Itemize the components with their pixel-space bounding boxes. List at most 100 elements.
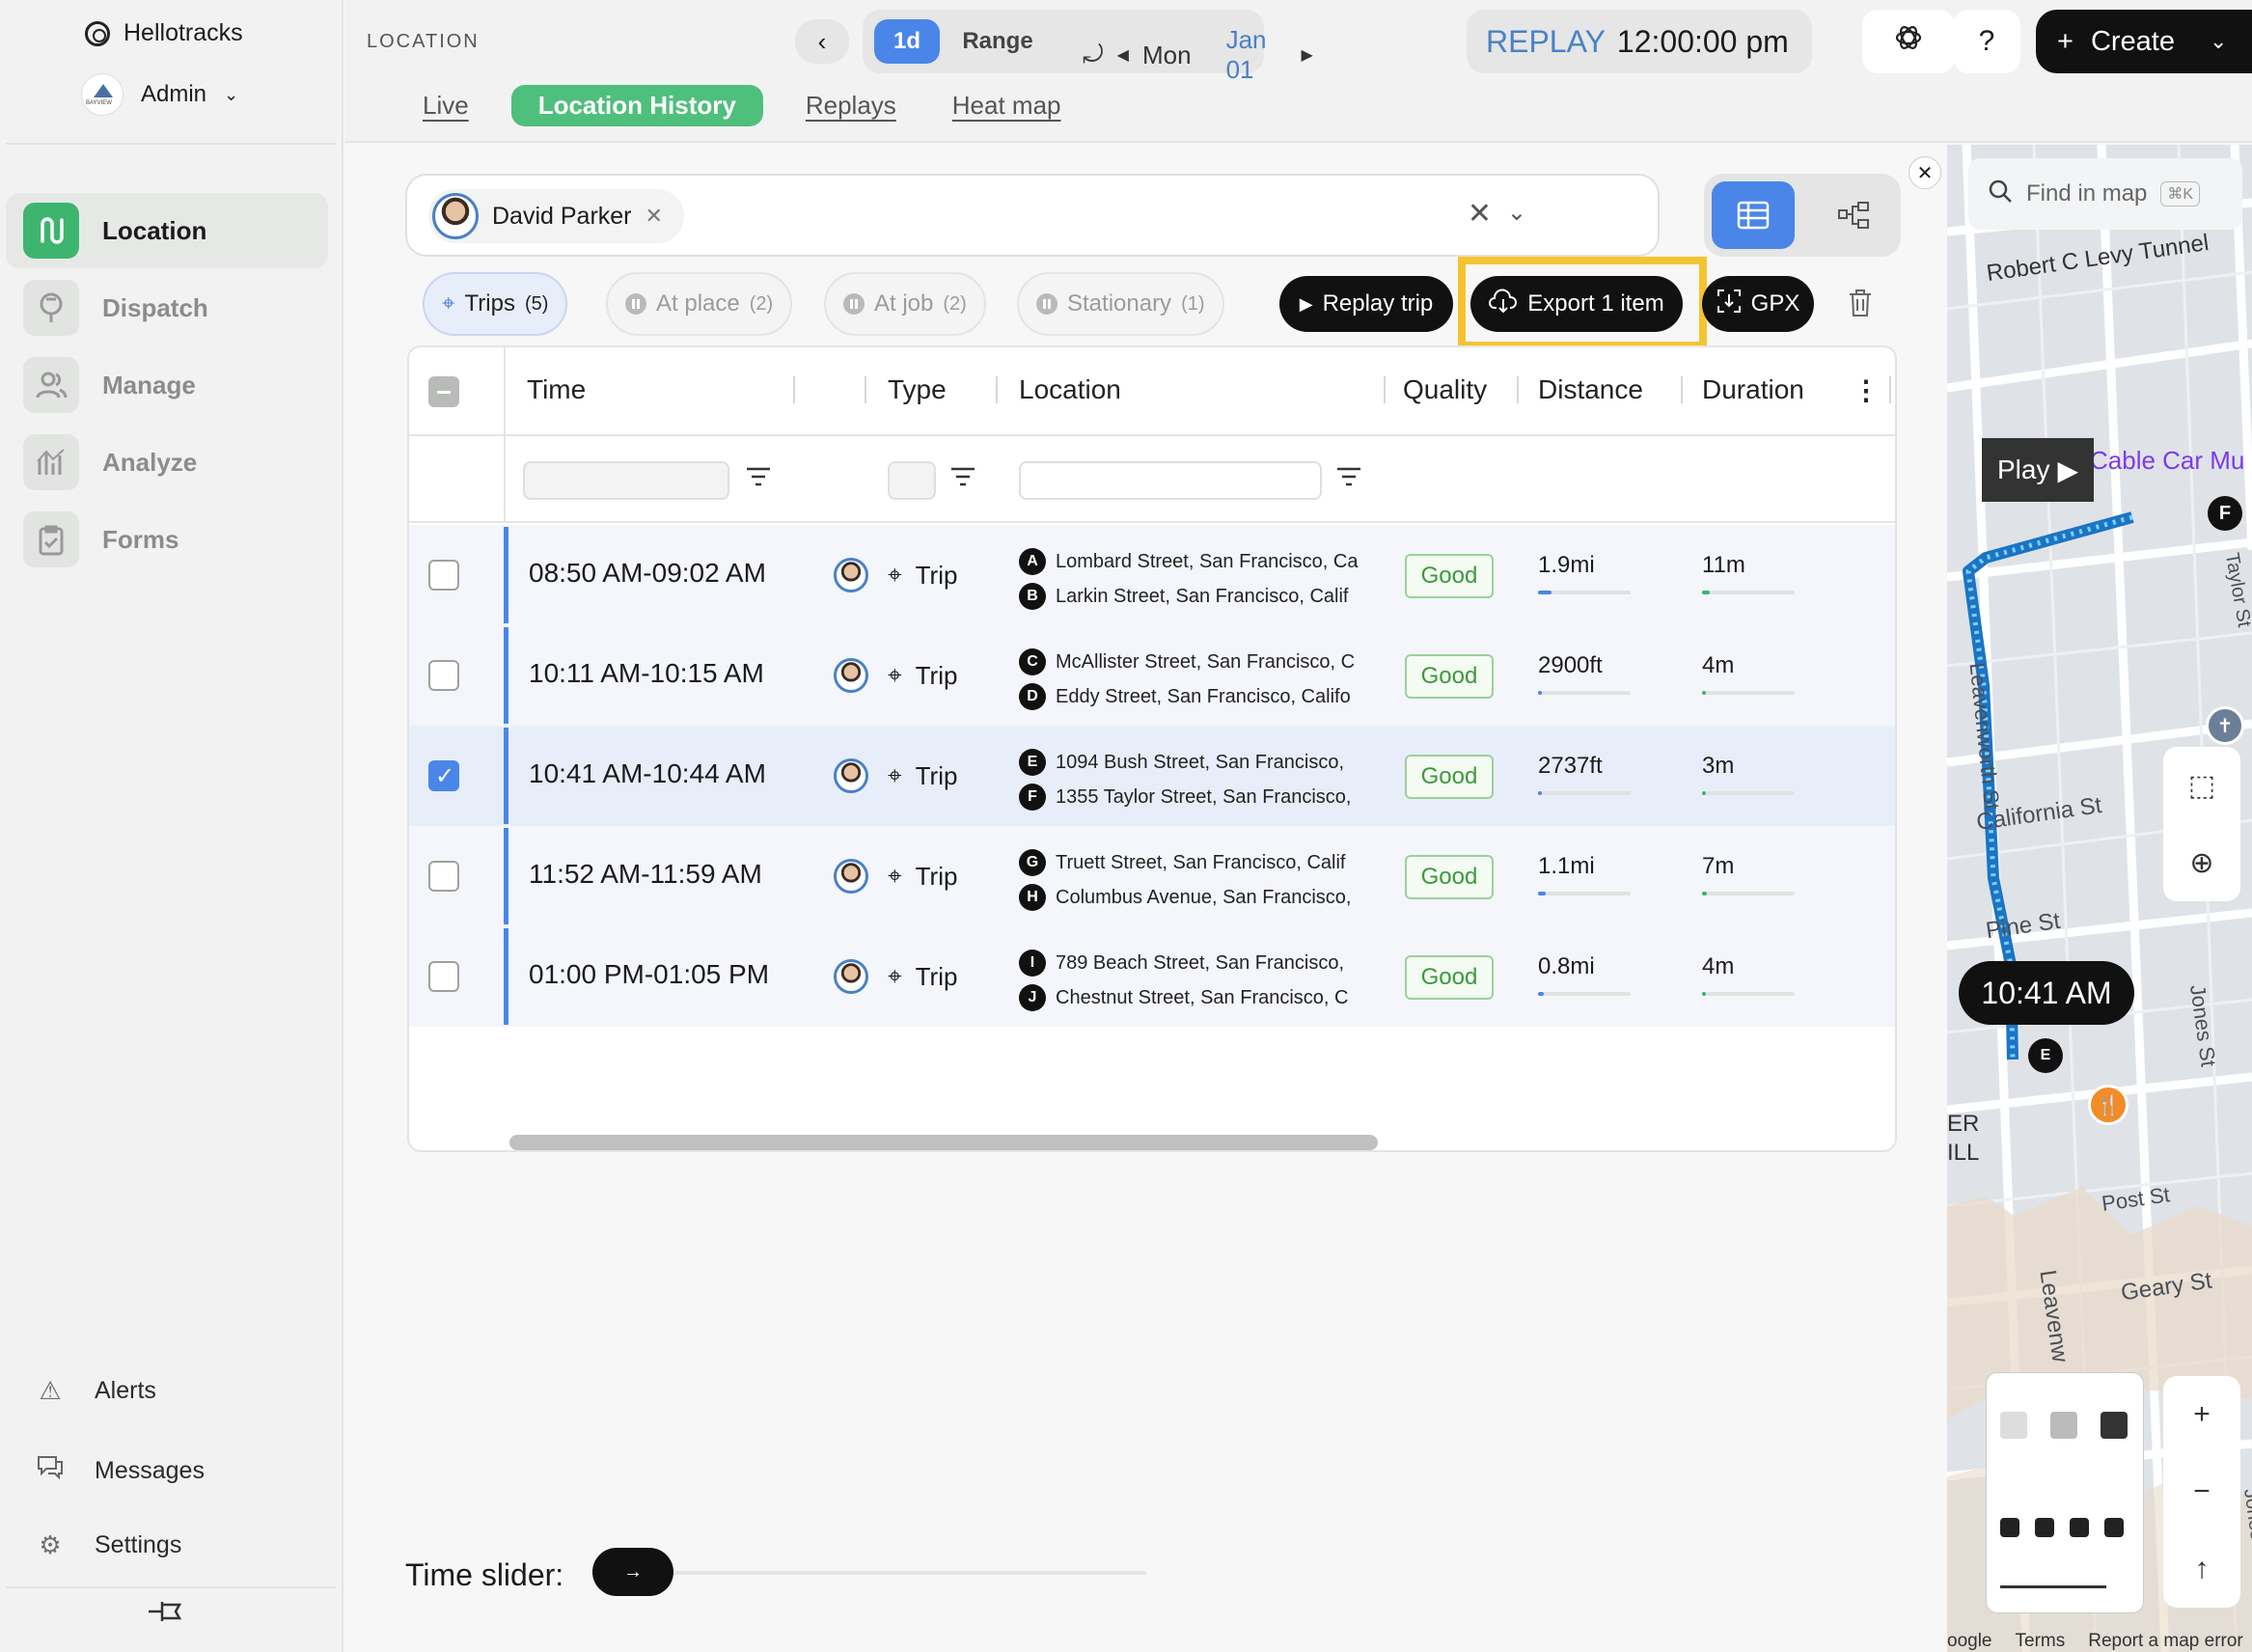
tab-replays[interactable]: Replays xyxy=(792,91,910,121)
swap-icon[interactable]: ⤾ xyxy=(1083,40,1104,70)
table-row[interactable]: 10:41 AM-10:44 AM ⌖ Trip E 1094 Bush Street,… xyxy=(409,726,1895,826)
next-arrow-icon[interactable]: ▶ xyxy=(1301,45,1312,65)
replay-time-display[interactable]: REPLAY 12:00:00 pm xyxy=(1467,10,1812,73)
trip-location: I 789 Beach Street, San Francisco, J Chestn… xyxy=(1019,946,1386,1015)
row-checkbox[interactable] xyxy=(428,861,459,892)
layer-icon[interactable] xyxy=(2035,1518,2054,1537)
filter-stationary[interactable]: Stationary (1) xyxy=(1017,272,1224,336)
trip-start-marker[interactable]: E xyxy=(2028,1038,2063,1073)
select-area-icon[interactable]: ⬚ xyxy=(2188,747,2215,824)
table-row[interactable]: 08:50 AM-09:02 AM ⌖ Trip A Lombard Street, S… xyxy=(409,525,1895,625)
time-filter-input[interactable] xyxy=(523,461,729,500)
filter-at-place[interactable]: At place (2) xyxy=(606,272,793,336)
column-duration[interactable]: Duration xyxy=(1702,374,1804,405)
scrollbar-thumb[interactable] xyxy=(509,1135,1378,1150)
map-search[interactable]: Find in map ⌘K xyxy=(1968,158,2242,230)
gpx-button[interactable]: GPX xyxy=(1702,276,1814,332)
create-button[interactable]: + Create ⌄ xyxy=(2036,10,2252,73)
row-checkbox[interactable] xyxy=(428,660,459,691)
sidebar-item-manage[interactable]: Manage xyxy=(6,347,328,423)
table-icon xyxy=(1737,201,1770,230)
column-quality[interactable]: Quality xyxy=(1403,374,1487,405)
replay-trip-button[interactable]: ▶ Replay trip xyxy=(1279,276,1453,332)
zoom-in-icon[interactable]: + xyxy=(2193,1376,2211,1453)
trip-duration: 3m xyxy=(1702,753,1735,779)
restaurant-poi-icon[interactable]: 🍴 xyxy=(2088,1085,2128,1125)
clear-selection-icon[interactable]: ✕ xyxy=(1468,197,1492,231)
range-1d-button[interactable]: 1d xyxy=(874,19,940,64)
table-row[interactable]: 11:52 AM-11:59 AM ⌖ Trip G Truett Street, Sa… xyxy=(409,826,1895,926)
sidebar-item-dispatch[interactable]: Dispatch xyxy=(6,270,328,345)
previous-day-button[interactable]: ‹ xyxy=(795,19,849,64)
date-picker[interactable]: Jan 01 xyxy=(1226,25,1267,85)
add-route-icon[interactable]: ⊕ xyxy=(2189,824,2213,901)
pin-sidebar-icon[interactable] xyxy=(147,1597,185,1634)
trip-end-marker[interactable]: F xyxy=(2208,496,2242,531)
column-distance[interactable]: Distance xyxy=(1538,374,1643,405)
horizontal-scrollbar[interactable] xyxy=(509,1135,1899,1152)
table-row[interactable]: 10:11 AM-10:15 AM ⌖ Trip C McAllister Street… xyxy=(409,625,1895,726)
column-location[interactable]: Location xyxy=(1019,374,1121,405)
pegman-icon[interactable]: ✝ xyxy=(2206,706,2244,745)
filter-at-job[interactable]: At job (2) xyxy=(824,272,986,336)
filter-icon[interactable] xyxy=(745,465,772,495)
layer-icon[interactable] xyxy=(2104,1518,2124,1537)
sidebar-item-messages[interactable]: Messages xyxy=(35,1453,205,1489)
layer-icon[interactable] xyxy=(2070,1518,2089,1537)
map-play-button[interactable]: Play ▶ xyxy=(1982,438,2094,502)
tab-location-history[interactable]: Location History xyxy=(510,85,763,126)
type-filter-input[interactable] xyxy=(888,461,936,500)
terms-link[interactable]: Terms xyxy=(2016,1631,2066,1652)
account-switcher[interactable]: Admin ⌄ xyxy=(81,73,238,116)
ai-assistant-button[interactable] xyxy=(1862,10,1955,73)
zoom-out-icon[interactable]: − xyxy=(2193,1453,2211,1530)
chevron-left-icon: ‹ xyxy=(817,26,827,56)
sidebar-item-forms[interactable]: Forms xyxy=(6,502,328,577)
reset-north-icon[interactable]: ↑ xyxy=(2195,1530,2210,1608)
tab-live[interactable]: Live xyxy=(409,91,482,121)
layer-icon[interactable] xyxy=(2000,1518,2019,1537)
help-button[interactable]: ? xyxy=(1953,10,2020,73)
column-type[interactable]: Type xyxy=(888,374,947,405)
row-accent xyxy=(504,928,508,1025)
filter-icon[interactable] xyxy=(949,465,976,495)
location-filter-input[interactable] xyxy=(1019,461,1322,500)
select-all-checkbox[interactable] xyxy=(428,376,459,407)
map-view[interactable]: Find in map ⌘K Robert C Levy Tunnel Cabl… xyxy=(1947,145,2252,1652)
icon-size-slider[interactable] xyxy=(2000,1585,2106,1588)
sidebar-item-location[interactable]: Location xyxy=(6,193,328,268)
remove-person-icon[interactable]: ✕ xyxy=(645,204,663,229)
person-chip[interactable]: David Parker ✕ xyxy=(428,189,684,243)
map-layers-panel[interactable] xyxy=(1986,1372,2144,1613)
trash-icon[interactable] xyxy=(1847,288,1874,325)
dark-map-thumb[interactable] xyxy=(2101,1412,2128,1439)
table-row[interactable]: 01:00 PM-01:05 PM ⌖ Trip I 789 Beach Street,… xyxy=(409,926,1895,1027)
tab-heat-map[interactable]: Heat map xyxy=(939,91,1075,121)
row-checkbox[interactable] xyxy=(428,760,459,791)
column-menu-icon[interactable]: ⋮ xyxy=(1853,374,1880,406)
column-time[interactable]: Time xyxy=(527,374,586,405)
search-icon xyxy=(1988,179,2013,210)
split-view-button[interactable] xyxy=(1812,181,1895,249)
filter-icon[interactable] xyxy=(1335,465,1362,495)
satellite-thumb[interactable] xyxy=(2050,1412,2077,1439)
filter-trips[interactable]: ⌖ Trips (5) xyxy=(423,272,568,336)
table-view-button[interactable] xyxy=(1712,181,1795,249)
row-checkbox[interactable] xyxy=(428,961,459,992)
time-slider-track[interactable] xyxy=(673,1571,1146,1575)
close-panel-icon[interactable]: ✕ xyxy=(1909,156,1941,189)
trip-time: 10:41 AM-10:44 AM xyxy=(529,758,766,788)
time-slider-handle[interactable]: → xyxy=(592,1548,673,1596)
person-selector[interactable]: David Parker ✕ ✕ ⌄ xyxy=(405,174,1660,257)
range-button[interactable]: Range xyxy=(946,19,1050,64)
row-checkbox[interactable] xyxy=(428,560,459,591)
trip-type-label: Trip xyxy=(915,760,958,790)
chevron-down-icon[interactable]: ⌄ xyxy=(1507,199,1526,227)
trip-type-label: Trip xyxy=(915,861,958,891)
sidebar-item-settings[interactable]: ⚙ Settings xyxy=(35,1530,181,1560)
sidebar-item-alerts[interactable]: ⚠ Alerts xyxy=(35,1376,156,1406)
default-map-thumb[interactable] xyxy=(2000,1412,2027,1439)
report-error-link[interactable]: Report a map error xyxy=(2088,1631,2243,1652)
previous-arrow-icon[interactable]: ◀ xyxy=(1117,45,1129,65)
sidebar-item-analyze[interactable]: Analyze xyxy=(6,425,328,500)
